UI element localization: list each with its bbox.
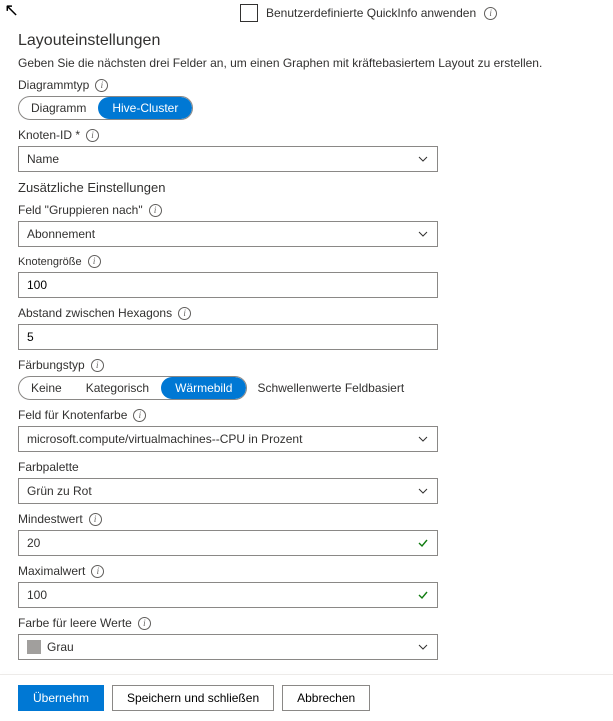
info-icon[interactable]: i — [88, 255, 101, 268]
apply-button[interactable]: Übernehm — [18, 685, 104, 711]
colortype-option-categorical[interactable]: Kategorisch — [74, 377, 161, 399]
cancel-button[interactable]: Abbrechen — [282, 685, 370, 711]
chevron-down-icon — [417, 153, 429, 165]
colorfield-label: Feld für Knotenfarbe — [18, 408, 127, 422]
hexspacing-input[interactable] — [27, 330, 429, 344]
diagram-type-option-diagram[interactable]: Diagramm — [19, 97, 98, 119]
diagram-type-label-row: Diagrammtyp i — [18, 78, 595, 92]
info-icon[interactable]: i — [91, 359, 104, 372]
hexspacing-label: Abstand zwischen Hexagons — [18, 306, 172, 320]
node-id-select[interactable]: Name — [18, 146, 438, 172]
save-close-button[interactable]: Speichern und schließen — [112, 685, 274, 711]
node-id-value: Name — [27, 152, 59, 166]
hexspacing-input-wrap — [18, 324, 438, 350]
groupby-select[interactable]: Abonnement — [18, 221, 438, 247]
minval-label: Mindestwert — [18, 512, 83, 526]
chevron-down-icon — [417, 228, 429, 240]
chevron-down-icon — [417, 485, 429, 497]
palette-value: Grün zu Rot — [27, 484, 92, 498]
minval-input[interactable]: 20 — [18, 530, 438, 556]
nodesize-input-wrap — [18, 272, 438, 298]
node-id-label: Knoten-ID * — [18, 128, 80, 142]
colortype-trailing: Schwellenwerte Feldbasiert — [257, 381, 404, 395]
info-icon[interactable]: i — [86, 129, 99, 142]
custom-tooltip-checkbox[interactable] — [240, 4, 258, 22]
check-icon — [417, 537, 429, 549]
colortype-label-row: Färbungstyp i — [18, 358, 595, 372]
groupby-label-row: Feld "Gruppieren nach" i — [18, 203, 595, 217]
colortype-option-none[interactable]: Keine — [19, 377, 74, 399]
nodesize-label-row: Knotengröße i — [18, 255, 595, 268]
maxval-label: Maximalwert — [18, 564, 85, 578]
minval-label-row: Mindestwert i — [18, 512, 595, 526]
divider — [0, 674, 613, 675]
colortype-label: Färbungstyp — [18, 358, 85, 372]
additional-settings-header: Zusätzliche Einstellungen — [18, 180, 595, 195]
info-icon[interactable]: i — [89, 513, 102, 526]
diagram-type-label: Diagrammtyp — [18, 78, 89, 92]
diagram-type-option-hive[interactable]: Hive-Cluster — [98, 97, 192, 119]
emptycolor-select[interactable]: Grau — [18, 634, 438, 660]
info-icon[interactable]: i — [91, 565, 104, 578]
section-title: Layouteinstellungen — [18, 32, 613, 50]
info-icon[interactable]: i — [138, 617, 151, 630]
palette-label-row: Farbpalette — [18, 460, 595, 474]
colorfield-value: microsoft.compute/virtualmachines--CPU i… — [27, 432, 302, 446]
maxval-label-row: Maximalwert i — [18, 564, 595, 578]
hexspacing-label-row: Abstand zwischen Hexagons i — [18, 306, 595, 320]
emptycolor-label-row: Farbe für leere Werte i — [18, 616, 595, 630]
info-icon[interactable]: i — [133, 409, 146, 422]
maxval-value: 100 — [27, 588, 47, 602]
custom-tooltip-label: Benutzerdefinierte QuickInfo anwenden — [266, 6, 476, 20]
colortype-option-heatmap[interactable]: Wärmebild — [161, 377, 246, 399]
nodesize-input[interactable] — [27, 278, 429, 292]
colorfield-label-row: Feld für Knotenfarbe i — [18, 408, 595, 422]
diagram-type-toggle: Diagramm Hive-Cluster — [18, 96, 193, 120]
info-icon[interactable]: i — [178, 307, 191, 320]
groupby-label: Feld "Gruppieren nach" — [18, 203, 143, 217]
maxval-input[interactable]: 100 — [18, 582, 438, 608]
chevron-down-icon — [417, 641, 429, 653]
palette-select[interactable]: Grün zu Rot — [18, 478, 438, 504]
info-icon[interactable]: i — [149, 204, 162, 217]
node-id-label-row: Knoten-ID * i — [18, 128, 595, 142]
custom-tooltip-row: Benutzerdefinierte QuickInfo anwenden i — [240, 4, 613, 22]
info-icon[interactable]: i — [484, 7, 497, 20]
groupby-value: Abonnement — [27, 227, 95, 241]
emptycolor-label: Farbe für leere Werte — [18, 616, 132, 630]
section-hint: Geben Sie die nächsten drei Felder an, u… — [18, 56, 595, 70]
chevron-down-icon — [417, 433, 429, 445]
colortype-toggle: Keine Kategorisch Wärmebild — [18, 376, 247, 400]
check-icon — [417, 589, 429, 601]
footer-buttons: Übernehm Speichern und schließen Abbrech… — [18, 685, 613, 711]
minval-value: 20 — [27, 536, 40, 550]
cursor-decor: ↖ — [4, 0, 19, 21]
nodesize-label: Knotengröße — [18, 256, 82, 268]
colorfield-select[interactable]: microsoft.compute/virtualmachines--CPU i… — [18, 426, 438, 452]
palette-label: Farbpalette — [18, 460, 79, 474]
info-icon[interactable]: i — [95, 79, 108, 92]
